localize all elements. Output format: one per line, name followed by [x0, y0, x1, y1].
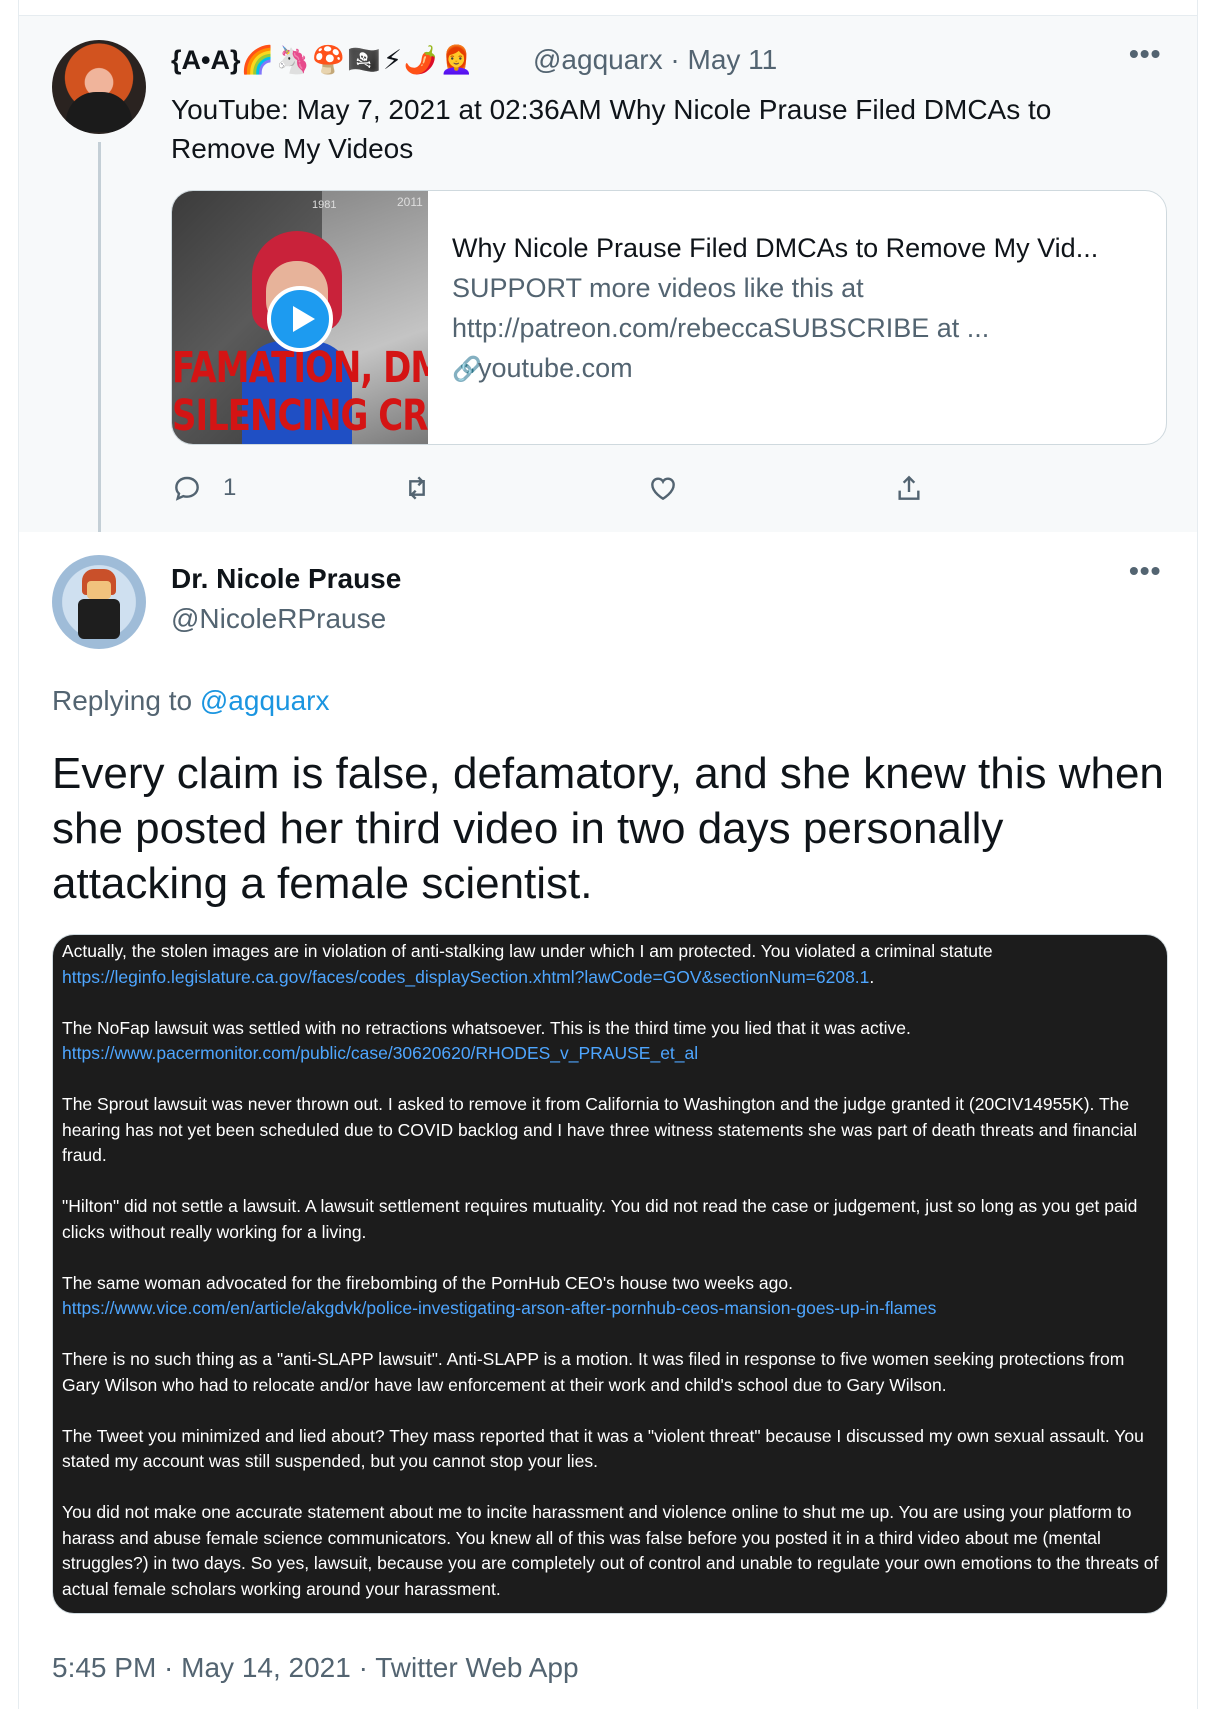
screenshot-paragraph-2: The NoFap lawsuit was settled with no re… [62, 1017, 911, 1064]
tweet-text-nicoleprause: Every claim is false, defamatory, and sh… [52, 749, 1164, 908]
display-name-nicoleprause[interactable]: Dr. Nicole Prause [171, 563, 401, 595]
card-description-line-2: http://patreon.com/rebeccaSUBSCRIBE at .… [452, 313, 990, 343]
screenshot-paragraph-1: Actually, the stolen images are in viola… [62, 941, 993, 987]
reply-icon [175, 476, 199, 501]
more-options-icon[interactable]: ••• [1129, 555, 1161, 587]
screenshot-link-1: https://leginfo.legislature.ca.gov/faces… [62, 966, 870, 987]
display-name-agquarx[interactable]: {A•A}🌈🦄🍄🏴‍☠️⚡🌶️👩‍🦰 [171, 44, 475, 76]
screenshot-paragraph-7: The Tweet you minimized and lied about? … [62, 1425, 1144, 1472]
card-domain: 🔗youtube.com [452, 349, 1142, 389]
screenshot-paragraph-3: The Sprout lawsuit was never thrown out.… [62, 1094, 1137, 1165]
more-options-icon[interactable]: ••• [1129, 38, 1161, 70]
tweet-timestamp-source[interactable]: 5:45 PM · May 14, 2021 · Twitter Web App [52, 1652, 579, 1684]
previous-tweet-edge [18, 0, 1198, 16]
tweet-actions: 1 [171, 472, 1071, 512]
replying-to-mention[interactable]: @agquarx [200, 685, 330, 716]
share-icon [898, 475, 920, 500]
reply-count: 1 [223, 474, 237, 501]
card-description-line-1: SUPPORT more videos like this at [452, 273, 864, 303]
card-title: Why Nicole Prause Filed DMCAs to Remove … [452, 233, 1099, 263]
reply-button[interactable]: 1 [171, 472, 236, 504]
handle-nicoleprause[interactable]: @NicoleRPrause [171, 603, 386, 635]
screenshot-link-2: https://www.pacermonitor.com/public/case… [62, 1043, 699, 1063]
retweet-button[interactable] [401, 472, 433, 504]
tweet-text-agquarx: YouTube: May 7, 2021 at 02:36AM Why Nico… [171, 94, 1052, 164]
retweet-icon [409, 476, 425, 500]
screenshot-paragraph-6: There is no such thing as a "anti-SLAPP … [62, 1349, 1125, 1395]
link-icon: 🔗 [452, 356, 482, 383]
like-icon [651, 477, 675, 501]
youtube-link-card[interactable]: 1981 2011 FAMATION, DMC SILENCING CRIT W… [171, 190, 1167, 445]
screenshot-paragraph-8: You did not make one accurate statement … [62, 1502, 1159, 1599]
screenshot-link-3: https://www.vice.com/en/article/akgdvk/p… [62, 1298, 937, 1318]
play-icon[interactable] [267, 286, 333, 352]
video-thumbnail[interactable]: 1981 2011 FAMATION, DMC SILENCING CRIT [172, 191, 428, 444]
screenshot-paragraph-4: "Hilton" did not settle a lawsuit. A law… [62, 1196, 1138, 1242]
handle-agquarx[interactable]: @agquarx [533, 44, 663, 75]
screenshot-paragraph-5: The same woman advocated for the firebom… [62, 1272, 937, 1319]
avatar-agquarx[interactable] [52, 40, 146, 134]
tweet-date[interactable]: May 11 [688, 44, 778, 75]
thumbnail-caption-2: SILENCING CRIT [172, 391, 428, 441]
name-emojis: 🌈🦄🍄🏴‍☠️⚡🌶️👩‍🦰 [240, 45, 476, 75]
card-body: Why Nicole Prause Filed DMCAs to Remove … [452, 229, 1142, 389]
share-button[interactable] [893, 472, 925, 504]
thread-connector-line [98, 142, 101, 550]
like-button[interactable] [647, 472, 679, 504]
attached-text-screenshot[interactable]: Actually, the stolen images are in viola… [52, 934, 1168, 1614]
avatar-nicoleprause[interactable] [52, 555, 146, 649]
handle-and-date-agquarx: @agquarx · May 11 [533, 44, 778, 75]
replying-to: Replying to @agquarx [52, 685, 330, 716]
